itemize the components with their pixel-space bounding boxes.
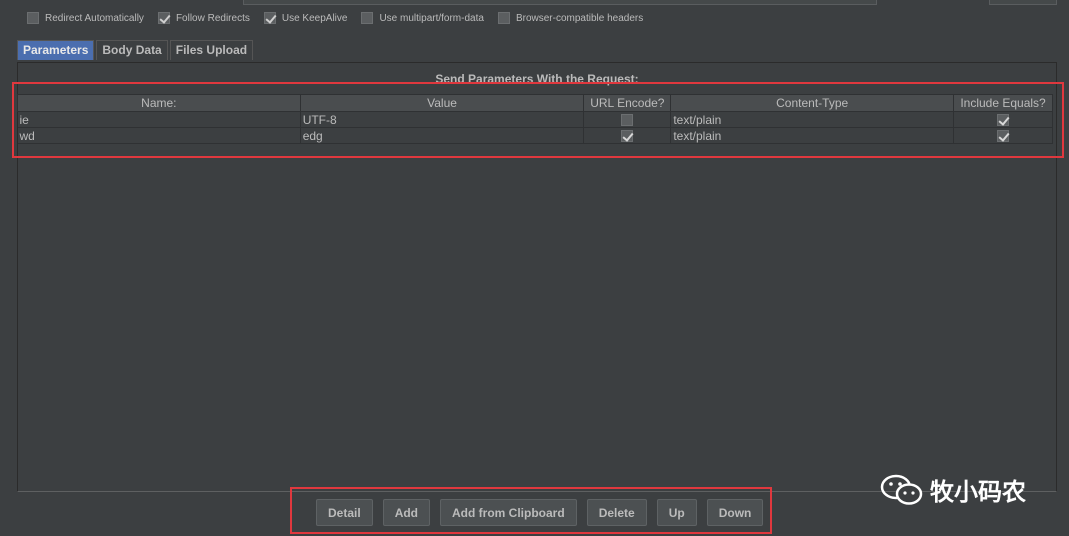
browser-compatible-checkbox[interactable] <box>497 12 510 24</box>
tab-bar: Parameters Body Data Files Upload <box>17 40 255 60</box>
use-keepalive-label: Use KeepAlive <box>281 12 348 24</box>
wechat-icon <box>880 474 923 505</box>
watermark-text: 牧小码农 <box>930 479 1026 506</box>
use-multipart-option[interactable]: Use multipart/form-data <box>361 12 484 24</box>
table-highlight-box <box>12 82 1064 158</box>
redirect-automatically-checkbox[interactable] <box>27 12 39 24</box>
follow-redirects-label: Follow Redirects <box>175 12 250 24</box>
tab-files-upload[interactable]: Files Upload <box>169 40 254 60</box>
use-keepalive-option[interactable]: Use KeepAlive <box>263 12 348 24</box>
tab-parameters[interactable]: Parameters <box>17 40 95 60</box>
top-text-field[interactable] <box>243 0 877 5</box>
tab-body-data[interactable]: Body Data <box>96 40 168 60</box>
watermark: 牧小码农 <box>880 472 1026 507</box>
redirect-automatically-option[interactable]: Redirect Automatically <box>27 12 144 24</box>
options-row: Redirect Automatically Follow Redirects … <box>27 12 657 24</box>
use-multipart-checkbox[interactable] <box>361 12 374 24</box>
redirect-automatically-label: Redirect Automatically <box>45 12 144 24</box>
use-keepalive-checkbox[interactable] <box>263 12 276 24</box>
use-multipart-label: Use multipart/form-data <box>379 12 484 24</box>
browser-compatible-label: Browser-compatible headers <box>515 12 644 24</box>
follow-redirects-option[interactable]: Follow Redirects <box>157 12 250 24</box>
follow-redirects-checkbox[interactable] <box>157 12 170 24</box>
buttons-highlight-box <box>290 487 772 534</box>
browser-compatible-option[interactable]: Browser-compatible headers <box>497 12 644 24</box>
top-small-field[interactable] <box>989 0 1057 5</box>
